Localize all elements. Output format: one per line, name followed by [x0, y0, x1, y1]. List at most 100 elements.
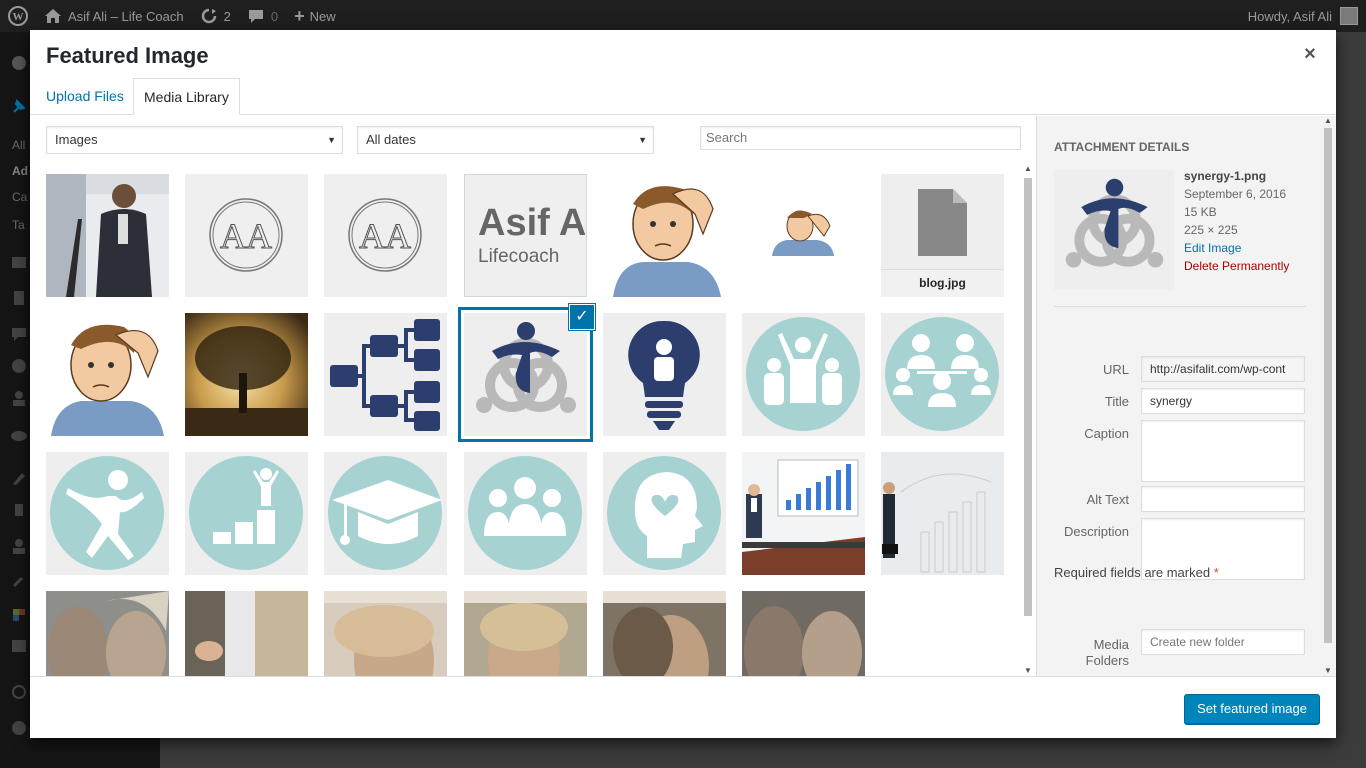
attachment-couple-photo-2[interactable]	[464, 591, 587, 676]
attachment-asif-lifecoach[interactable]: Asif A Lifecoach	[464, 174, 587, 297]
scroll-up-icon[interactable]: ▲	[1322, 116, 1334, 126]
handshake-photo-image	[185, 591, 308, 676]
dashboard-icon[interactable]	[10, 54, 28, 70]
title-field[interactable]: synergy	[1141, 388, 1305, 414]
attachment-lightbulb[interactable]	[603, 313, 726, 436]
comments-icon[interactable]	[10, 326, 28, 342]
new-content-link[interactable]: + New	[286, 0, 344, 32]
media-type-filter[interactable]: Images ▼	[46, 126, 343, 154]
attachment-couple-photo-3[interactable]	[742, 591, 865, 676]
attachment-network-people[interactable]	[881, 313, 1004, 436]
info-icon[interactable]	[10, 358, 28, 374]
speaker-photo-image	[46, 174, 169, 297]
modal-footer: Set featured image	[30, 676, 1336, 738]
updates-link[interactable]: 2	[192, 0, 239, 32]
head-heart-icon	[603, 452, 726, 575]
edit-image-link[interactable]: Edit Image	[1184, 239, 1289, 257]
svg-text:AA: AA	[359, 216, 411, 256]
sidebar-scrollbar-thumb[interactable]	[1324, 128, 1332, 643]
attachment-details-sidebar: Attachment Details synergy-1.png Septemb…	[1036, 116, 1336, 676]
attachment-confused-man-small[interactable]	[742, 174, 865, 297]
attachment-podium[interactable]	[185, 452, 308, 575]
admin-menu-item-categories[interactable]: Ca	[12, 190, 27, 204]
attachment-tree-sunset[interactable]	[185, 313, 308, 436]
caption-field[interactable]	[1141, 420, 1305, 482]
wordpress-logo-icon[interactable]: W	[0, 0, 36, 32]
attachment-businessman-chart[interactable]	[881, 452, 1004, 575]
grid-scrollbar[interactable]: ▲ ▼	[1022, 164, 1034, 676]
synergy-icon	[1054, 170, 1174, 290]
appearance-icon[interactable]	[10, 470, 28, 486]
scroll-down-icon[interactable]: ▼	[1322, 666, 1334, 676]
attachment-office-chart[interactable]	[742, 452, 865, 575]
url-label: URL	[1102, 362, 1129, 377]
attachment-jumping-person[interactable]	[46, 452, 169, 575]
attachment-synergy[interactable]	[464, 313, 587, 436]
attachment-dimensions: 225 × 225	[1184, 223, 1238, 237]
attachment-confused-man-1[interactable]	[603, 174, 726, 297]
description-label: Description	[1063, 524, 1129, 539]
plugins-icon[interactable]	[10, 502, 28, 518]
attachment-filename: blog.jpg	[881, 269, 1004, 297]
tab-upload-files[interactable]: Upload Files	[36, 78, 134, 115]
couple-photo-image	[464, 591, 587, 676]
attachment-couple-photo-1[interactable]	[46, 591, 169, 676]
grid-scrollbar-thumb[interactable]	[1024, 178, 1032, 616]
search-input[interactable]: Search	[700, 126, 1021, 150]
attachment-aa-logo-2[interactable]: AA	[324, 174, 447, 297]
aa-logo-image: AA	[324, 174, 447, 297]
media-folders-input[interactable]: Create new folder	[1141, 629, 1305, 655]
media-modal: Featured Image × Upload Files Media Libr…	[30, 30, 1336, 738]
alt-text-label: Alt Text	[1086, 492, 1129, 507]
attachment-flowchart[interactable]	[324, 313, 447, 436]
users-icon[interactable]	[10, 390, 28, 406]
attachment-team[interactable]	[464, 452, 587, 575]
media-type-filter-value: Images	[55, 132, 98, 147]
posts-pin-icon[interactable]	[10, 98, 28, 114]
attachment-handshake-photo[interactable]	[185, 591, 308, 676]
attachment-woman-laugh-photo[interactable]	[603, 591, 726, 676]
plugin-colored-icon[interactable]	[10, 606, 28, 622]
admin-menu-item-tags[interactable]: Ta	[12, 218, 25, 232]
jumping-person-icon	[46, 452, 169, 575]
scroll-down-icon[interactable]: ▼	[1022, 666, 1034, 676]
alt-text-field[interactable]	[1141, 486, 1305, 512]
set-featured-image-button[interactable]: Set featured image	[1184, 694, 1320, 724]
attachment-filename: synergy-1.png	[1184, 169, 1267, 183]
selected-check-icon[interactable]: ✓	[570, 305, 594, 329]
url-field[interactable]: http://asifalit.com/wp-cont	[1141, 356, 1305, 382]
attachment-aa-logo-1[interactable]: AA	[185, 174, 308, 297]
settings-icon[interactable]	[10, 638, 28, 654]
attachment-confused-man-2[interactable]	[46, 313, 169, 436]
close-icon[interactable]: ×	[1300, 44, 1320, 64]
pages-icon[interactable]	[10, 290, 28, 306]
attachment-head-heart[interactable]	[603, 452, 726, 575]
admin-bar: W Asif Ali – Life Coach 2 0 + New Howdy,…	[0, 0, 1366, 32]
media-icon[interactable]	[10, 254, 28, 270]
avatar	[1340, 7, 1358, 25]
admin-menu-item-add[interactable]: Ad	[12, 164, 28, 178]
synergy-icon	[464, 313, 587, 436]
attachment-woman-smile-photo[interactable]	[324, 591, 447, 676]
aa-logo-image: AA	[185, 174, 308, 297]
delete-permanently-link[interactable]: Delete Permanently	[1184, 257, 1289, 275]
attachment-speaker-photo[interactable]	[46, 174, 169, 297]
sidebar-scrollbar[interactable]: ▲ ▼	[1322, 116, 1334, 676]
tools-icon[interactable]	[10, 572, 28, 588]
cloud-icon[interactable]	[10, 426, 28, 442]
my-account-link[interactable]: Howdy, Asif Ali	[1240, 0, 1366, 32]
user-icon[interactable]	[10, 538, 28, 554]
sync-icon[interactable]	[10, 684, 28, 700]
attachment-blog-file[interactable]: blog.jpg	[881, 174, 1004, 297]
attachments-grid: AA AA Asif A Lifecoach blog.jpg ✓	[30, 164, 1035, 676]
admin-menu-item-all[interactable]: All	[12, 138, 25, 152]
scroll-up-icon[interactable]: ▲	[1022, 164, 1034, 174]
attachment-graduation-cap[interactable]	[324, 452, 447, 575]
collapse-icon[interactable]	[10, 720, 28, 736]
attachment-details-heading: Attachment Details	[1054, 140, 1190, 154]
date-filter[interactable]: All dates ▼	[357, 126, 654, 154]
attachment-group-cheer[interactable]	[742, 313, 865, 436]
site-name-link[interactable]: Asif Ali – Life Coach	[36, 0, 192, 32]
tab-media-library[interactable]: Media Library	[133, 78, 240, 115]
comments-link[interactable]: 0	[239, 0, 286, 32]
